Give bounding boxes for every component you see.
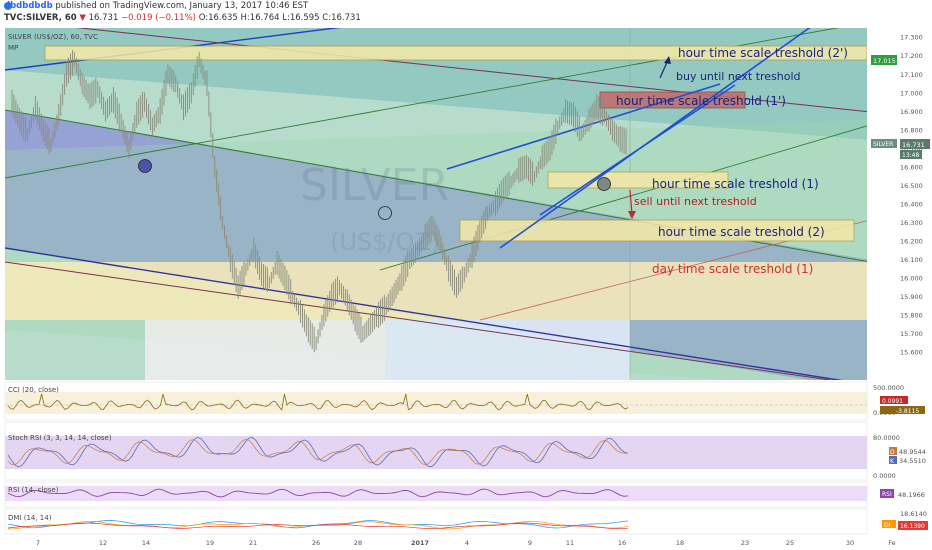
pivot-circle-3 — [597, 177, 611, 191]
stoch-label: Stoch RSI (3, 3, 14, 14, close) — [8, 434, 112, 442]
stoch-tick-1: 80.0000 — [873, 434, 900, 442]
stoch-d-letter: D — [890, 449, 895, 456]
last-symbol-label: SILVER — [873, 141, 893, 148]
x-tick-label: 21 — [249, 539, 257, 547]
y-tick-label: 16.000 — [900, 275, 923, 283]
dmi-value-2: 16.1390 — [900, 523, 925, 530]
y-tick-label: 17.200 — [900, 52, 923, 60]
dmi-letter: DI — [884, 522, 891, 529]
y-tick-label: 16.200 — [900, 238, 923, 246]
y-tick-label: 15.900 — [900, 293, 923, 301]
annotation-hour-1: hour time scale treshold (1) — [652, 177, 819, 191]
cci-tick-1: 500.0000 — [873, 384, 904, 392]
cci-value-1: 0.0991 — [882, 398, 903, 405]
x-tick-label: 4 — [465, 539, 469, 547]
y-tick-label: 15.700 — [900, 330, 923, 338]
x-tick-label: 14 — [142, 539, 150, 547]
y-tick-label: 16.400 — [900, 200, 923, 208]
x-tick-label: 2017 — [411, 539, 429, 547]
y-tick-label: 15.800 — [900, 312, 923, 320]
x-tick-label: 30 — [846, 539, 854, 547]
lower-grey-zone — [145, 320, 385, 380]
x-tick-label: 19 — [206, 539, 214, 547]
study-label: MP — [8, 44, 18, 52]
x-tick-label: 23 — [741, 539, 749, 547]
symbol-label: SILVER (US$/OZ), 60, TVC — [8, 33, 98, 41]
x-tick-label: 7 — [36, 539, 40, 547]
y-tick-label: 17.100 — [900, 71, 923, 79]
dmi-pane — [4, 508, 868, 535]
y-tick-label: 16.500 — [900, 182, 923, 190]
cci-band — [5, 392, 867, 414]
y-tick-label: 16.800 — [900, 126, 923, 134]
y-tick-label: 17.000 — [900, 89, 923, 97]
pivot-circle-1 — [138, 159, 152, 173]
rsi-value: 48.1966 — [898, 491, 925, 499]
x-tick-label: 12 — [99, 539, 107, 547]
lower-blue-zone — [385, 320, 630, 380]
stoch-d-value: 48.9544 — [899, 448, 926, 456]
chart-svg[interactable]: SILVER (US$/OZ) SILVER (US$/OZ), 60, TVC… — [0, 0, 932, 550]
annotation-hour-2: hour time scale treshold (2) — [658, 225, 825, 239]
x-tick-label: 11 — [566, 539, 574, 547]
rsi-band — [5, 486, 867, 501]
stoch-tick-2: 0.0000 — [873, 472, 896, 480]
annotation-buy: buy until next treshold — [676, 70, 801, 83]
marker-value: 17.015 — [873, 57, 896, 65]
rsi-letter: RSI — [882, 491, 892, 498]
annotation-sell: sell until next treshold — [634, 195, 757, 208]
y-tick-label: 15.600 — [900, 349, 923, 357]
x-tick-label: 9 — [528, 539, 532, 547]
dmi-label: DMI (14, 14) — [8, 514, 52, 522]
last-value: 16.731 — [902, 141, 925, 149]
x-tick-label: 16 — [618, 539, 626, 547]
x-tick-label: 18 — [676, 539, 684, 547]
annotation-hour-1-prime: hour time scale treshold (1') — [616, 94, 786, 108]
rsi-label: RSI (14, close) — [8, 486, 59, 494]
annotation-day-1: day time scale treshold (1) — [652, 262, 813, 276]
last-time: 13:48 — [902, 152, 919, 159]
cci-label: CCI (20, close) — [8, 386, 59, 394]
x-tick-label: Fe — [888, 539, 895, 547]
y-tick-label: 16.100 — [900, 256, 923, 264]
dmi-value-1: 18.6140 — [900, 510, 927, 518]
y-tick-label: 17.300 — [900, 34, 923, 42]
y-tick-label: 16.600 — [900, 163, 923, 171]
cci-value-2: -3.8115 — [896, 408, 919, 415]
watermark-main: SILVER — [300, 160, 449, 211]
y-tick-label: 16.900 — [900, 108, 923, 116]
annotation-hour-2-prime: hour time scale treshold (2') — [678, 46, 848, 60]
x-tick-label: 28 — [354, 539, 362, 547]
x-tick-label: 25 — [786, 539, 794, 547]
stoch-k-value: 34.5510 — [899, 457, 926, 465]
x-tick-label: 26 — [312, 539, 320, 547]
y-tick-label: 16.300 — [900, 219, 923, 227]
